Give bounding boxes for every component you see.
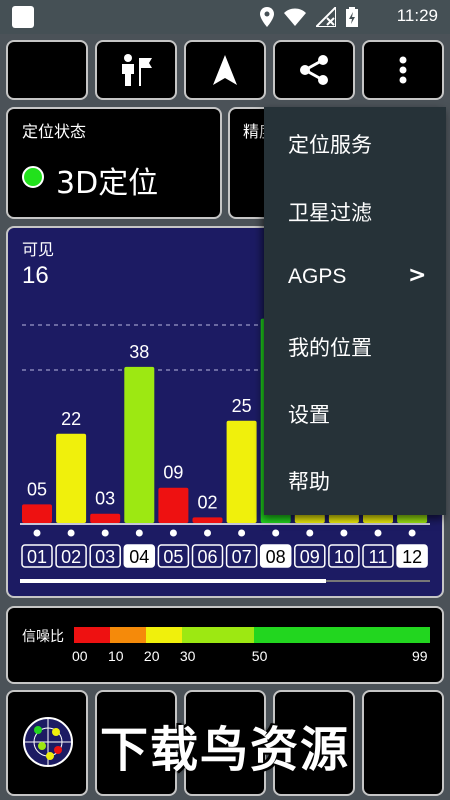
used-in-fix-dot [101, 529, 109, 537]
snr-legend-label: 信噪比 [22, 629, 64, 645]
satellite-id-label: 05 [163, 547, 183, 567]
snr-color-segment [109, 627, 146, 643]
menu-item-location-service[interactable]: 定位服务 [288, 129, 372, 159]
menu-item-help[interactable]: 帮助 [288, 466, 330, 496]
used-in-fix-dot [204, 529, 211, 537]
snr-tick-label: 99 [412, 648, 428, 664]
menu-item-agps[interactable]: AGPS [288, 265, 346, 289]
used-in-fix-dot [340, 529, 348, 537]
snr-bar [226, 420, 257, 523]
snr-bar [192, 517, 223, 523]
bar-prn-label: 22 [61, 409, 81, 429]
menu-item-settings[interactable]: 设置 [288, 399, 330, 429]
satellite-id-label: 08 [266, 547, 286, 567]
snr-bar [294, 513, 325, 523]
bar-prn-label: 25 [232, 396, 252, 416]
bar-prn-label: 03 [95, 489, 115, 509]
used-in-fix-dot [135, 529, 143, 537]
used-in-fix-dot [272, 529, 280, 537]
overflow-menu: 定位服务 卫星过滤 AGPS > 我的位置 设置 帮助 [264, 107, 446, 515]
bottom-button-5[interactable] [362, 690, 444, 796]
used-in-fix-dot [306, 529, 314, 537]
snr-color-segment [145, 627, 182, 643]
menu-item-my-location[interactable]: 我的位置 [288, 332, 372, 362]
used-in-fix-dot [67, 529, 75, 537]
snr-tick-label: 00 [72, 648, 88, 664]
snr-bar [328, 513, 359, 523]
menu-item-satellite-filter[interactable]: 卫星过滤 [288, 197, 372, 227]
snr-bar [397, 513, 428, 523]
satellite-id-label: 01 [27, 547, 47, 567]
used-in-fix-dot [238, 529, 246, 537]
snr-tick-label: 20 [143, 648, 160, 664]
used-in-fix-dot [408, 529, 416, 537]
snr-tick-label: 10 [107, 648, 124, 664]
satellite-id-label: 11 [369, 547, 388, 567]
sky-view-button[interactable] [6, 690, 88, 796]
snr-bar [124, 366, 155, 523]
used-in-fix-dot [374, 529, 382, 537]
satellite-id-label: 03 [95, 547, 115, 567]
snr-color-segment [181, 627, 254, 643]
watermark-logo: 下载鸟资源 [100, 722, 351, 778]
snr-color-segment [74, 627, 110, 643]
snr-tick-label: 30 [179, 648, 196, 664]
snr-bar [90, 513, 121, 523]
bar-prn-label: 02 [197, 492, 217, 512]
scrollbar-thumb [20, 579, 326, 583]
snr-bar [56, 433, 87, 523]
submenu-arrow-icon: > [408, 263, 427, 288]
used-in-fix-dot [169, 529, 177, 537]
satellite-id-label: 02 [61, 547, 81, 567]
satellite-id-label: 06 [197, 547, 217, 567]
snr-color-segment [253, 627, 430, 643]
snr-bar [22, 504, 52, 523]
bar-prn-label: 09 [163, 463, 183, 483]
satellite-id-label: 10 [334, 547, 354, 567]
snr-bar [158, 487, 189, 523]
snr-legend-panel [6, 606, 444, 684]
snr-bar [363, 513, 393, 523]
used-in-fix-dot [33, 529, 41, 537]
satellite-id-label: 04 [129, 547, 149, 567]
sky-view-icon [23, 717, 73, 767]
satellite-id-label: 12 [402, 547, 422, 567]
satellite-id-label: 09 [300, 547, 320, 567]
snr-tick-label: 50 [251, 648, 268, 664]
satellite-id-label: 07 [232, 547, 252, 567]
bar-prn-label: 38 [129, 342, 149, 362]
bar-prn-label: 05 [27, 479, 47, 499]
